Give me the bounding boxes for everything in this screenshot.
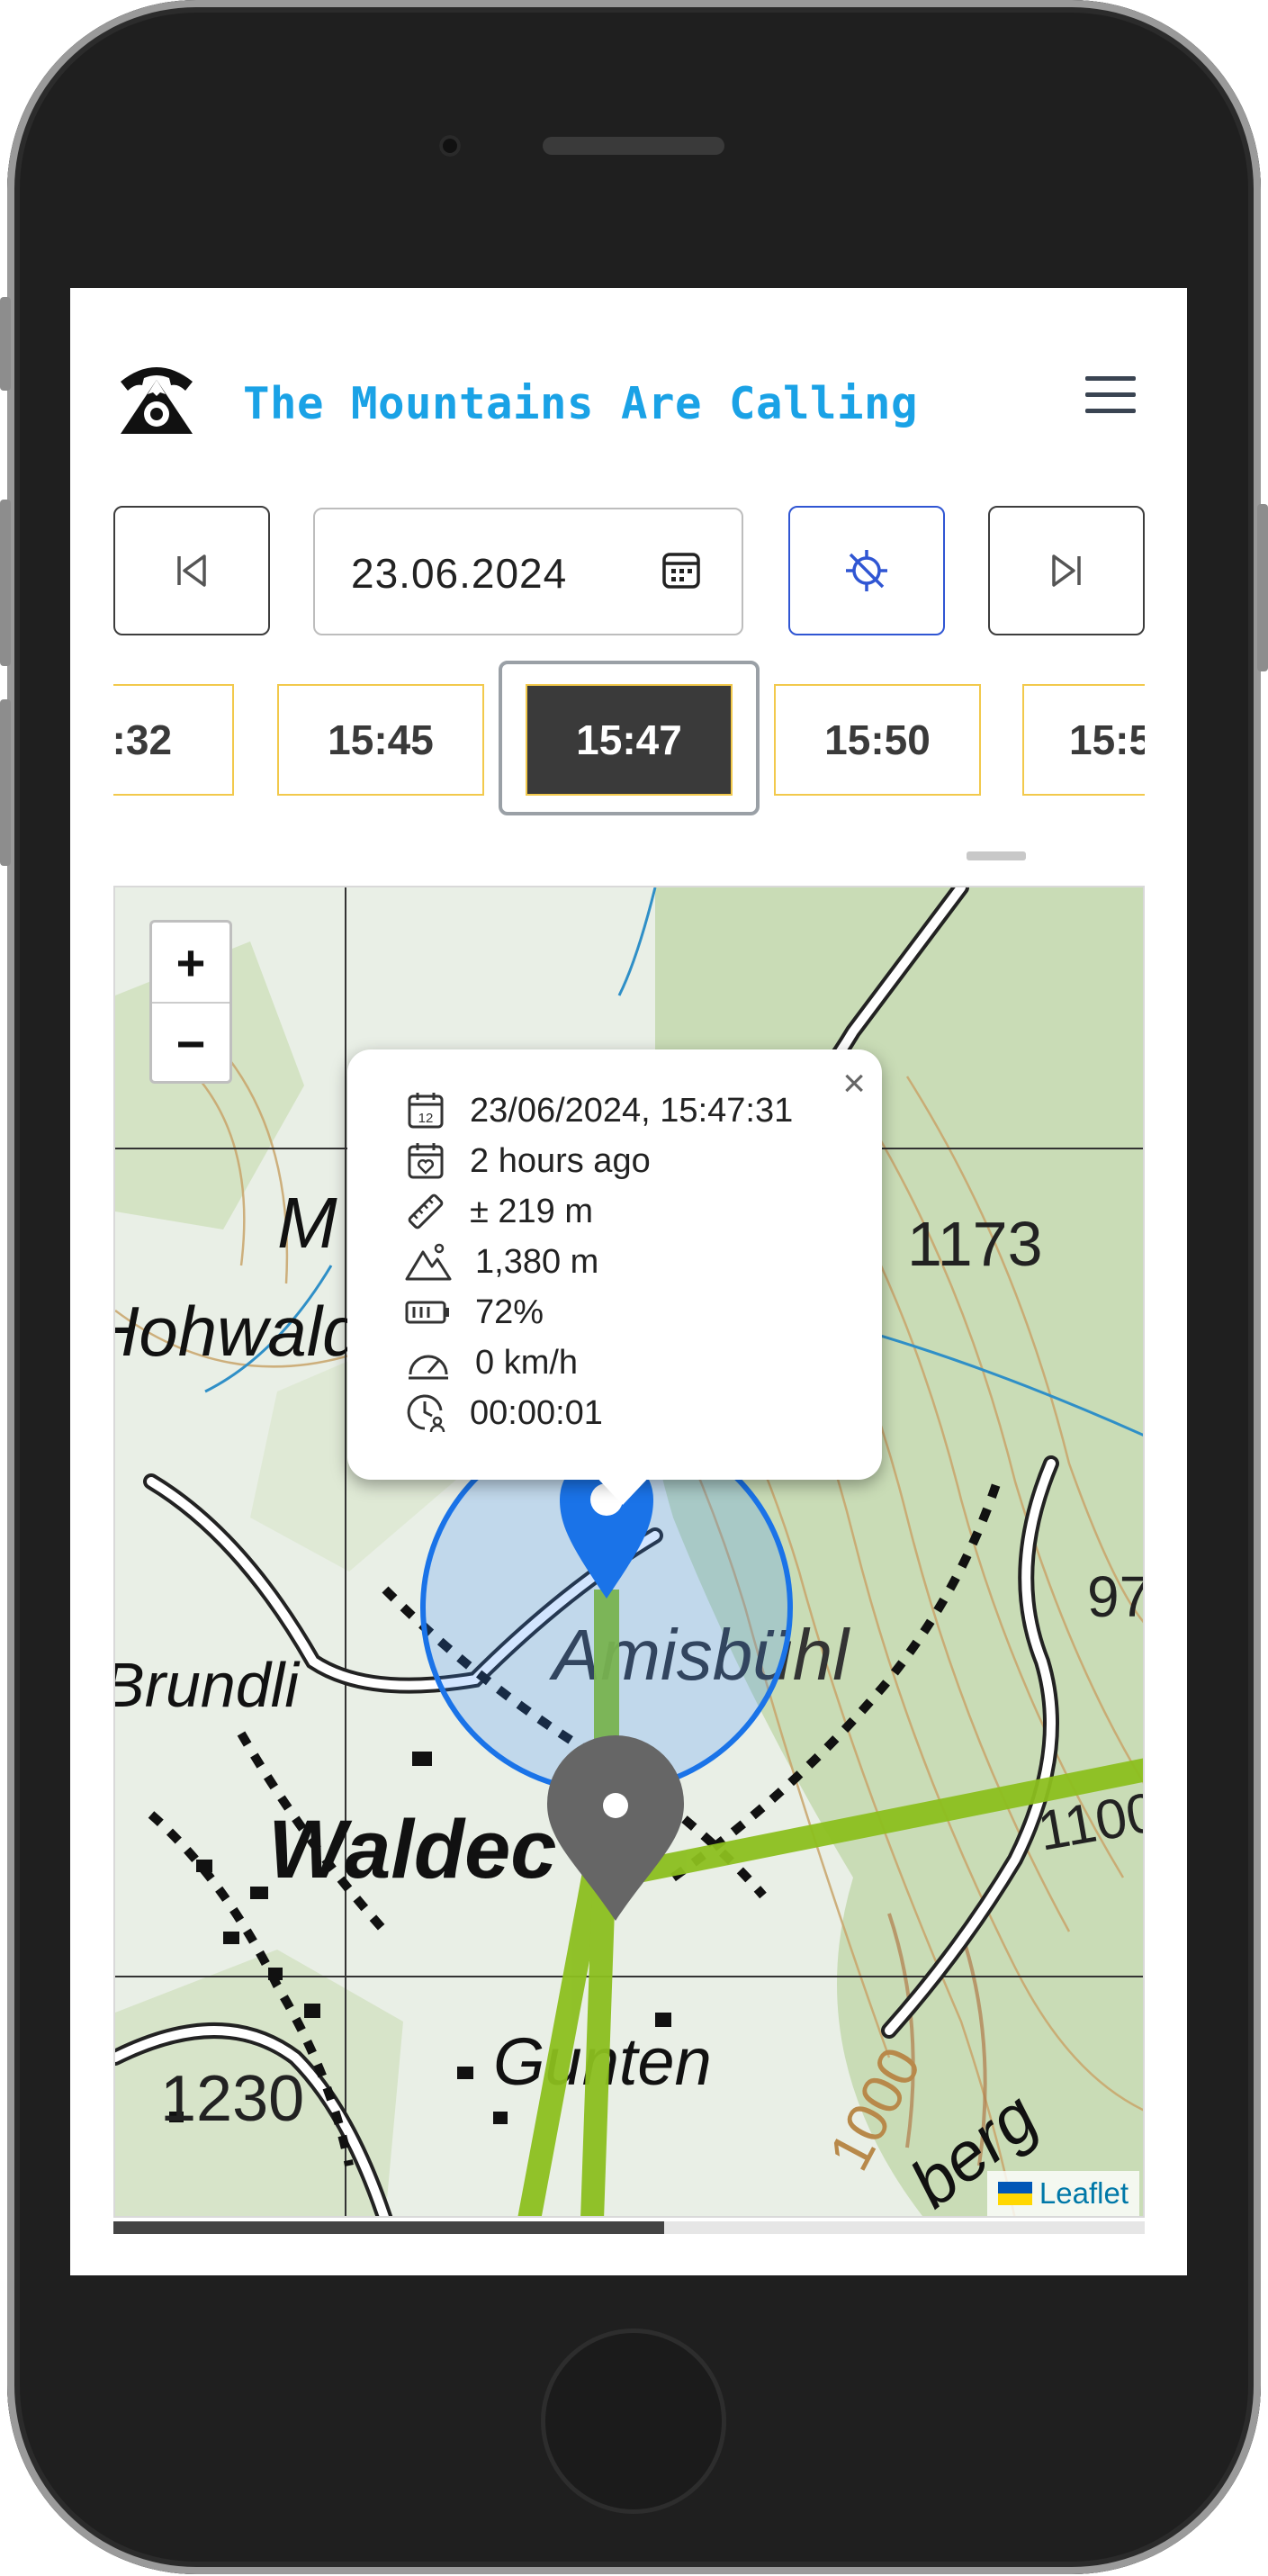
popup-relative-time: 2 hours ago — [470, 1141, 651, 1180]
map-attribution[interactable]: Leaflet — [986, 2171, 1139, 2216]
ukraine-flag-icon — [997, 2182, 1032, 2205]
date-value: 23.06.2024 — [351, 550, 568, 597]
clock-user-icon — [407, 1394, 445, 1433]
popup-speed: 0 km/h — [475, 1343, 579, 1382]
popup-row-speed: 0 km/h — [405, 1339, 578, 1386]
map-label-elev4: 97 — [1087, 1564, 1145, 1629]
calendar-date-icon: 12 — [408, 1093, 444, 1129]
previous-day-button[interactable] — [113, 506, 270, 635]
mountain-telephone-icon[interactable] — [115, 358, 198, 436]
volume-up-button — [0, 500, 11, 666]
app-title: The Mountains Are Calling — [243, 378, 919, 429]
app-screen: The Mountains Are Calling 23.06.2024:32… — [70, 288, 1187, 2275]
attribution-link[interactable]: Leaflet — [1039, 2176, 1129, 2211]
ruler-icon — [408, 1193, 444, 1229]
popup-altitude: 1,380 m — [475, 1242, 599, 1281]
popup-row-timestamp: 12 23/06/2024, 15:47:31 — [405, 1087, 793, 1134]
earpiece-speaker — [543, 137, 724, 155]
zoom-out-button[interactable]: − — [152, 1004, 229, 1083]
next-day-button[interactable] — [988, 506, 1145, 635]
zoom-control: + − — [149, 920, 232, 1084]
home-button[interactable] — [545, 2333, 722, 2509]
time-chip[interactable]: 15:45 — [277, 684, 484, 796]
locate-button[interactable] — [788, 506, 945, 635]
popup-accuracy: ± 219 m — [470, 1192, 594, 1230]
map-label-elev2: 1230 — [160, 2063, 304, 2135]
map-view[interactable]: Waldec Amisbühl Gunten Brundli Hohwald M… — [113, 886, 1145, 2218]
date-input[interactable]: 23.06.2024 — [313, 508, 743, 635]
map-label-elev1: 1173 — [907, 1209, 1043, 1279]
calendar-heart-icon — [408, 1143, 444, 1179]
scroll-indicator — [967, 851, 1026, 860]
calendar-icon[interactable] — [661, 549, 702, 590]
battery-icon — [405, 1301, 449, 1324]
mute-switch — [0, 297, 11, 391]
popup-duration: 00:00:01 — [470, 1393, 603, 1432]
front-camera — [439, 135, 461, 157]
popup-row-battery: 72% — [405, 1289, 544, 1336]
popup-row-duration: 00:00:01 — [405, 1390, 603, 1437]
zoom-in-button[interactable]: + — [152, 923, 229, 1002]
skip-back-icon — [177, 554, 206, 587]
speedometer-icon — [409, 1355, 448, 1380]
crosshair-locate-icon — [846, 550, 887, 591]
volume-down-button — [0, 699, 11, 866]
popup-row-relative: 2 hours ago — [405, 1138, 651, 1184]
time-chip[interactable]: 15:50 — [774, 684, 981, 796]
popup-close-button[interactable]: × — [842, 1064, 866, 1103]
time-chip[interactable]: 15:5 — [1022, 684, 1145, 796]
map-label-place5: Hohwald — [115, 1292, 364, 1371]
mountain-icon — [405, 1243, 452, 1281]
popup-row-altitude: 1,380 m — [405, 1238, 598, 1285]
hamburger-menu-icon[interactable] — [1085, 376, 1136, 416]
map-label-place2: Waldec — [268, 1804, 556, 1896]
time-chip[interactable]: 5:32 — [113, 684, 234, 796]
popup-timestamp: 23/06/2024, 15:47:31 — [470, 1091, 794, 1130]
popup-battery: 72% — [475, 1293, 544, 1331]
popup-row-accuracy: ± 219 m — [405, 1188, 593, 1235]
svg-text:12: 12 — [418, 1111, 434, 1126]
skip-forward-icon — [1052, 554, 1081, 587]
map-label-place4: Brundli — [115, 1650, 301, 1720]
power-button — [1257, 504, 1268, 671]
map-label-frag-m: M — [277, 1183, 337, 1263]
time-chip-selected[interactable]: 15:47 — [526, 684, 733, 796]
time-selector[interactable]: 5:32 15:45 15:47 15:50 15:5 — [113, 659, 1145, 839]
popup-tip — [592, 1473, 653, 1505]
location-popup: × 12 23/06/2024, 15:47:31 2 hours ago ± … — [347, 1049, 882, 1505]
horizontal-scrollbar-thumb[interactable] — [113, 2221, 664, 2234]
